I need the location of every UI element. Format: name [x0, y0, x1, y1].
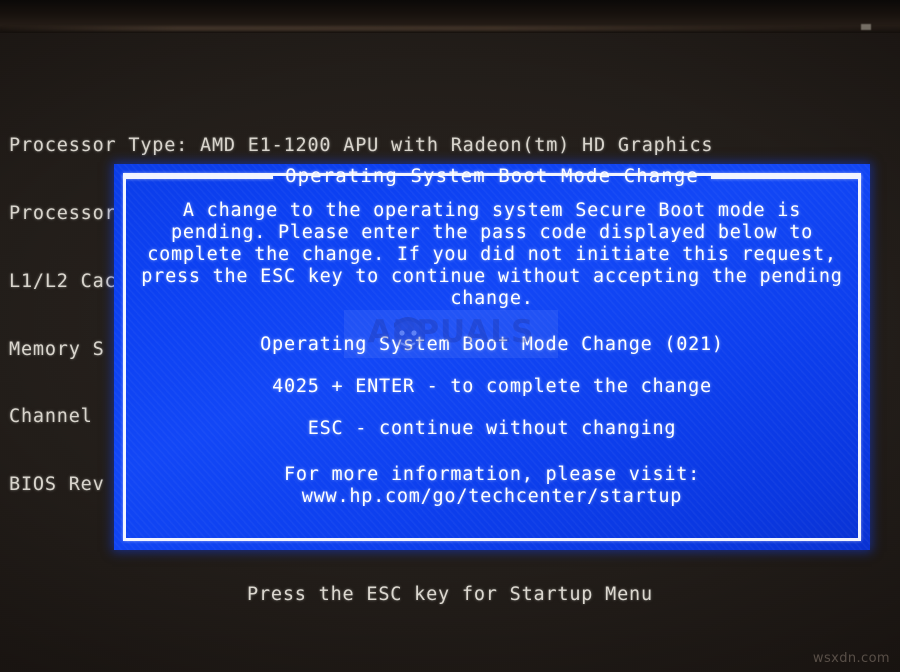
- title-rule-left: [123, 175, 274, 179]
- dialog-title: Operating System Boot Mode Change: [285, 165, 699, 187]
- more-info-label: For more information, please visit:: [283, 464, 701, 485]
- esc-instruction[interactable]: ESC - continue without changing: [130, 418, 854, 440]
- dialog-paragraph-line-3: complete the change. If you did not init…: [147, 244, 837, 265]
- bios-screen-photo: Processor Type: AMD E1-1200 APU with Rad…: [0, 0, 900, 672]
- bezel-highlight: [0, 26, 900, 31]
- dialog-paragraph: A change to the operating system Secure …: [130, 200, 854, 310]
- startup-menu-hint: Press the ESC key for Startup Menu: [247, 584, 653, 605]
- boot-mode-event-label: Operating System Boot Mode Change (021): [260, 334, 724, 355]
- bios-line-processor-type: Processor Type: AMD E1-1200 APU with Rad…: [9, 135, 714, 157]
- boot-mode-change-dialog: Operating System Boot Mode Change A chan…: [114, 164, 870, 550]
- dialog-paragraph-line-4: press the ESC key to continue without ac…: [141, 266, 843, 287]
- site-watermark: wsxdn.com: [812, 651, 890, 666]
- dialog-paragraph-line-5: change.: [450, 288, 534, 309]
- bezel-indicator-dot: [861, 24, 871, 30]
- dialog-paragraph-line-2: pending. Please enter the pass code disp…: [171, 222, 813, 243]
- more-info-url: www.hp.com/go/techcenter/startup: [301, 486, 683, 507]
- dialog-paragraph-line-1: A change to the operating system Secure …: [182, 200, 802, 221]
- title-rule-right: [710, 175, 862, 179]
- dialog-body: A change to the operating system Secure …: [130, 200, 854, 508]
- dialog-title-row: Operating System Boot Mode Change: [123, 164, 862, 190]
- pass-code-instruction[interactable]: 4025 + ENTER - to complete the change: [130, 376, 854, 398]
